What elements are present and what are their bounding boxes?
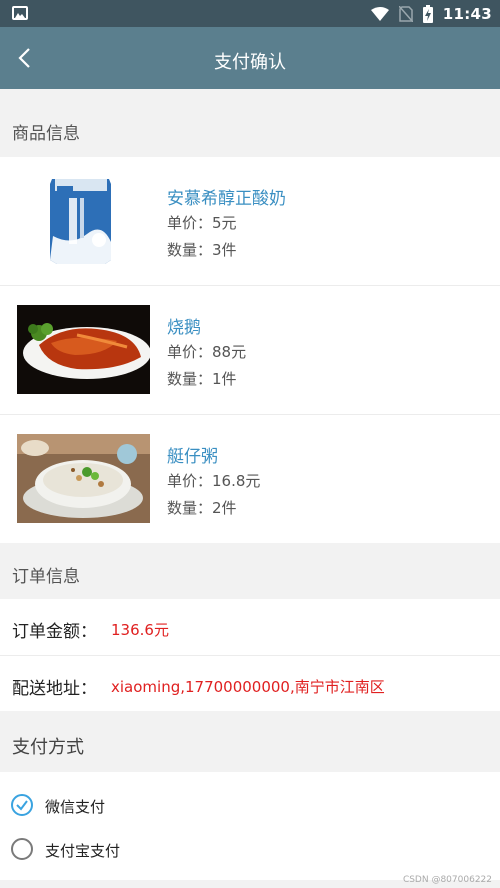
delivery-address-value: xiaoming,17700000000,南宁市江南区 xyxy=(111,678,385,696)
battery-charging-icon xyxy=(422,5,433,23)
delivery-address-label: 配送地址： xyxy=(12,679,97,699)
pay-option-alipay[interactable]: 支付宝支付 xyxy=(0,827,500,871)
status-bar: 11:43 xyxy=(0,0,500,27)
radio-unchecked-icon[interactable] xyxy=(11,838,33,860)
goods-name: 安慕希醇正酸奶 xyxy=(167,189,286,209)
gallery-notification-icon xyxy=(12,6,28,20)
goods-name: 烧鹅 xyxy=(167,318,201,338)
goods-quantity: 数量：1件 xyxy=(167,370,237,388)
yogurt-product-image xyxy=(17,176,150,265)
watermark: CSDN @807006222 xyxy=(402,875,492,885)
goods-price: 单价：5元 xyxy=(167,214,237,232)
goods-quantity: 数量：3件 xyxy=(167,241,237,259)
goods-item[interactable]: 安慕希醇正酸奶 单价：5元 数量：3件 xyxy=(0,157,500,286)
status-time: 11:43 xyxy=(442,5,492,23)
pay-option-label: 支付宝支付 xyxy=(45,842,121,860)
goods-item[interactable]: 艇仔粥 单价：16.8元 数量：2件 xyxy=(0,415,500,544)
pay-option-label: 微信支付 xyxy=(45,798,106,816)
goods-price: 单价：16.8元 xyxy=(167,472,261,490)
wifi-icon xyxy=(370,7,389,21)
order-info: 订单金额： 136.6元 配送地址： xiaoming,17700000000,… xyxy=(0,599,500,711)
radio-checked-icon[interactable] xyxy=(11,794,33,816)
goods-section-heading: 商品信息 xyxy=(0,89,500,157)
congee-image xyxy=(17,434,150,523)
roast-goose-image xyxy=(17,305,150,394)
order-amount-value: 136.6元 xyxy=(111,621,169,639)
pay-section-heading: 支付方式 xyxy=(0,711,500,772)
goods-quantity: 数量：2件 xyxy=(167,499,237,517)
delivery-address-row: 配送地址： xiaoming,17700000000,南宁市江南区 xyxy=(0,656,500,712)
no-sim-icon xyxy=(398,6,413,22)
payment-methods: 微信支付 支付宝支付 xyxy=(0,772,500,880)
goods-item[interactable]: 烧鹅 单价：88元 数量：1件 xyxy=(0,286,500,415)
order-amount-row: 订单金额： 136.6元 xyxy=(0,599,500,655)
order-amount-label: 订单金额： xyxy=(12,622,97,642)
page-title: 支付确认 xyxy=(214,52,286,73)
pay-option-wechat[interactable]: 微信支付 xyxy=(0,783,500,827)
goods-list: 安慕希醇正酸奶 单价：5元 数量：3件 烧鹅 单价：88元 数量：1件 艇仔粥 … xyxy=(0,157,500,543)
goods-name: 艇仔粥 xyxy=(167,447,218,467)
app-bar: 支付确认 xyxy=(0,27,500,89)
order-section-heading: 订单信息 xyxy=(0,543,500,599)
goods-price: 单价：88元 xyxy=(167,343,247,361)
